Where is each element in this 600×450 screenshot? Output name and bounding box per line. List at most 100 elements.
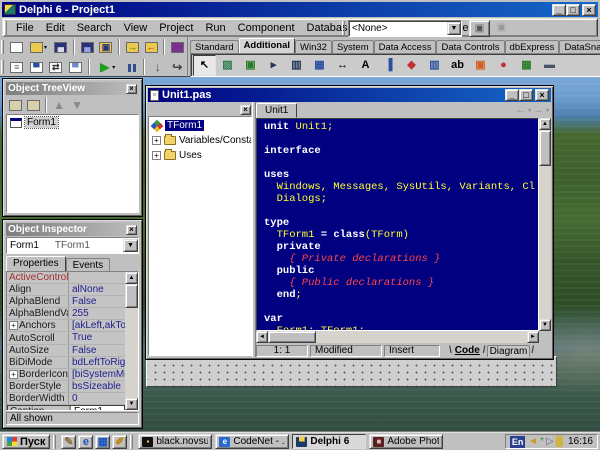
taskbar-task-adobe-phot[interactable]: ■Adobe Phot... [369, 434, 443, 449]
property-value[interactable]: alNone [69, 284, 125, 295]
menu-item-project[interactable]: Project [153, 20, 199, 36]
menu-item-component[interactable]: Component [232, 20, 301, 36]
delete-item-button[interactable] [24, 96, 42, 114]
maximize-icon[interactable]: □ [566, 4, 580, 16]
property-value[interactable]: False [69, 345, 125, 356]
quicklaunch-outlook-button[interactable]: ✐ [112, 435, 127, 449]
inspector-tab-events[interactable]: Events [66, 258, 111, 271]
menu-item-view[interactable]: View [118, 20, 154, 36]
antivirus-icon[interactable]: * [540, 436, 544, 448]
save-desktop-button[interactable]: ▣ [469, 20, 490, 37]
volume-icon[interactable]: ◄ [528, 436, 538, 448]
property-value[interactable]: False [69, 296, 125, 307]
close-icon[interactable]: × [582, 4, 596, 16]
toolbar-grip[interactable] [1, 40, 4, 54]
remove-file-button[interactable]: ← [142, 38, 161, 56]
object-inspector-close-icon[interactable]: × [126, 225, 137, 235]
object-treeview-close-icon[interactable]: × [126, 84, 137, 94]
view-tab-code[interactable]: Code [453, 345, 482, 356]
palette-tab-standard[interactable]: Standard [190, 40, 239, 53]
labelededit-button[interactable]: ab [446, 55, 469, 76]
expand-icon[interactable]: + [9, 370, 18, 379]
set-debug-desktop-button[interactable]: ▣ [491, 20, 512, 37]
palette-tab-dbexpress[interactable]: dbExpress [505, 40, 560, 53]
code-explorer-tree[interactable]: TForm1+Variables/Constants+Uses [148, 116, 252, 356]
property-row-bordericons[interactable]: +BorderIcons[biSystemMenu, [7, 369, 125, 381]
valuelisteditor-button[interactable]: ▥ [423, 55, 446, 76]
tasks-grip[interactable] [130, 435, 133, 449]
scroll-down-icon[interactable]: ▼ [125, 398, 138, 410]
property-value[interactable]: bsSizeable [69, 381, 125, 392]
expand-icon[interactable]: + [152, 136, 161, 145]
scroll-right-icon[interactable]: ► [527, 331, 539, 343]
scroll-down-icon[interactable]: ▼ [539, 319, 551, 331]
browse-back-icon[interactable]: ← [515, 104, 526, 116]
scroll-up-icon[interactable]: ▲ [539, 118, 551, 130]
view-tab-diagram[interactable]: Diagram [487, 345, 531, 357]
browse-forward-dropdown-icon[interactable]: ▾ [546, 107, 549, 114]
expand-icon[interactable]: + [9, 321, 18, 330]
quicklaunch-show-desktop-button[interactable]: ▦ [95, 435, 110, 449]
explorer-node-tform1[interactable]: TForm1 [149, 118, 251, 133]
actiontoolbar-button[interactable]: ▬ [538, 55, 561, 76]
maskedit-button[interactable]: ▥ [285, 55, 308, 76]
scrollbar-thumb[interactable] [125, 284, 138, 308]
taskbar-task-delphi-6[interactable]: ▀Delphi 6 [292, 434, 366, 449]
controlbar-button[interactable]: ▐ [377, 55, 400, 76]
explorer-node-uses[interactable]: +Uses [149, 148, 251, 163]
new-item-button[interactable] [6, 96, 24, 114]
editor-minimize-icon[interactable]: _ [505, 89, 519, 101]
bitbtn-button[interactable]: ▣ [239, 55, 262, 76]
view-form-button[interactable]: ▀ [27, 58, 47, 76]
editor-vscrollbar[interactable]: ▲ ▼ [539, 118, 551, 331]
toolbar-grip[interactable] [1, 60, 4, 74]
property-row-activecontrol[interactable]: ActiveControl [7, 272, 125, 284]
toggle-form-unit-button[interactable]: ⇄ [46, 58, 66, 76]
image-button[interactable]: ▨ [216, 55, 239, 76]
object-selector-combo[interactable]: Form1 TForm1 ▼ [6, 237, 139, 254]
property-row-alphablend[interactable]: AlphaBlendFalse [7, 296, 125, 308]
palette-tab-data-access[interactable]: Data Access [374, 40, 437, 53]
code-explorer-close-icon[interactable]: × [240, 105, 251, 115]
start-button[interactable]: Пуск [2, 434, 50, 449]
taskbar-task-codenet[interactable]: eCodeNet - ... [215, 434, 289, 449]
save-all-button[interactable]: ▄ [78, 38, 97, 56]
property-value[interactable]: 255 [69, 308, 125, 319]
pause-button[interactable] [120, 58, 140, 76]
trace-into-button[interactable]: ↓ [148, 58, 168, 76]
save-button[interactable]: ▄ [51, 38, 70, 56]
property-value[interactable]: Form1 [70, 406, 124, 411]
desktop-layout-combo[interactable]: <None> ▼ [348, 20, 462, 37]
step-over-button[interactable]: ↪ [167, 58, 187, 76]
property-row-autoscroll[interactable]: AutoScrollTrue [7, 332, 125, 344]
help-button[interactable] [168, 38, 187, 56]
property-value[interactable]: 0 [69, 393, 125, 404]
scheduler-icon[interactable]: ▷ [546, 436, 554, 448]
editor-maximize-icon[interactable]: □ [519, 89, 533, 101]
object-selector-dropdown-icon[interactable]: ▼ [123, 239, 138, 252]
property-value[interactable]: [biSystemMenu, [69, 369, 125, 380]
property-value[interactable]: [akLeft,akTop] [69, 320, 125, 331]
view-unit-button[interactable]: ≡ [7, 58, 27, 76]
stringgrid-button[interactable]: ▦ [308, 55, 331, 76]
editor-hscrollbar[interactable]: ◄ ► [256, 331, 539, 343]
quicklaunch-ie-button[interactable]: e [78, 435, 93, 449]
property-row-borderstyle[interactable]: BorderStylebsSizeable [7, 381, 125, 393]
run-button[interactable]: ▶▾ [93, 58, 120, 76]
property-row-autosize[interactable]: AutoSizeFalse [7, 345, 125, 357]
quicklaunch-viewer-button[interactable]: ✎ [61, 435, 76, 449]
menu-item-search[interactable]: Search [71, 20, 118, 36]
move-down-button[interactable]: ▼ [68, 96, 86, 114]
scroll-left-icon[interactable]: ◄ [256, 331, 268, 343]
move-up-button[interactable]: ▲ [50, 96, 68, 114]
explorer-node-variables-constants[interactable]: +Variables/Constants [149, 133, 251, 148]
browse-forward-icon[interactable]: → [533, 104, 544, 116]
object-treeview-titlebar[interactable]: Object TreeView × [6, 82, 139, 95]
scrollbar-thumb[interactable] [268, 331, 316, 343]
property-grid-scrollbar[interactable]: ▲ ▼ [125, 272, 138, 410]
new-button[interactable] [7, 38, 26, 56]
browse-back-dropdown-icon[interactable]: ▾ [528, 107, 531, 114]
palette-tab-additional[interactable]: Additional [239, 38, 295, 53]
property-row-align[interactable]: AlignalNone [7, 284, 125, 296]
menu-item-file[interactable]: File [10, 20, 40, 36]
